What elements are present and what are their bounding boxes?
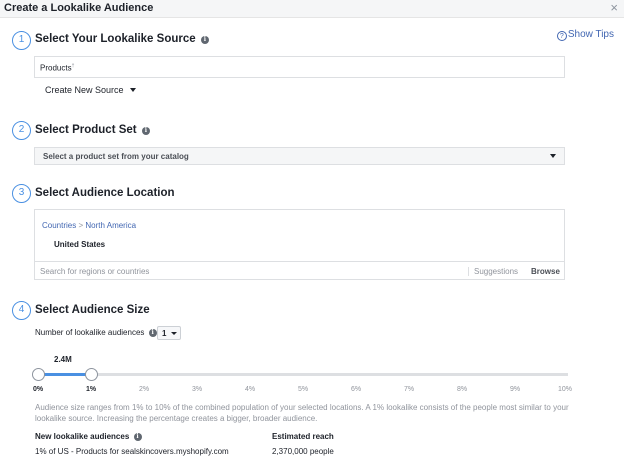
slider-tick-label: 3% (192, 386, 203, 393)
slider-tick-label: 6% (351, 386, 362, 393)
slider-end-handle[interactable] (85, 368, 98, 381)
audience-row-reach: 2,370,000 people (272, 447, 334, 456)
info-icon[interactable]: i (148, 329, 157, 337)
location-search-row: Search for regions or countries Suggesti… (35, 261, 564, 280)
col-header-audiences: New lookalike audiences i (35, 432, 142, 441)
source-value: Products (40, 63, 72, 73)
crumb-separator: > (78, 221, 84, 230)
slider-tick-label: 7% (404, 386, 415, 393)
divider (468, 267, 469, 276)
lookalike-source-input[interactable]: Products† (34, 56, 565, 78)
col-header-audiences-text: New lookalike audiences (35, 432, 130, 441)
audience-size-slider[interactable] (38, 373, 568, 376)
close-icon[interactable]: × (610, 0, 618, 16)
info-icon[interactable]: i (200, 36, 209, 44)
create-new-source-button[interactable]: Create New Source (45, 85, 136, 95)
dialog-title: Create a Lookalike Audience (4, 2, 154, 14)
slider-tick-label: 9% (510, 386, 521, 393)
product-set-placeholder: Select a product set from your catalog (43, 152, 189, 161)
step-3-badge: 3 (12, 184, 31, 203)
info-icon[interactable]: i (141, 127, 150, 135)
chevron-down-icon (550, 154, 556, 158)
number-of-audiences-text: Number of lookalike audiences (35, 328, 145, 337)
show-tips-label: Show Tips (567, 29, 614, 40)
col-header-reach: Estimated reach (272, 432, 334, 441)
selected-country: United States (54, 240, 106, 249)
dialog-header: Create a Lookalike Audience × (0, 0, 624, 18)
number-of-audiences-label: Number of lookalike audiences i (35, 328, 157, 337)
step-2-title: Select Product Set i (35, 124, 150, 136)
browse-button[interactable]: Browse (531, 267, 560, 276)
slider-selected-range (38, 373, 91, 376)
show-tips-link[interactable]: ? Show Tips (556, 29, 614, 41)
step-1-title-text: Select Your Lookalike Source (35, 33, 196, 45)
question-icon: ? (556, 31, 567, 41)
number-of-audiences-select[interactable]: 1 (157, 326, 181, 340)
step-4-badge: 4 (12, 301, 31, 320)
step-1-badge: 1 (12, 31, 31, 50)
slider-reach-label: 2.4M (54, 355, 72, 364)
slider-tick-label: 8% (457, 386, 468, 393)
location-breadcrumb: Countries > North America (42, 221, 136, 230)
crumb-region[interactable]: North America (85, 221, 136, 230)
slider-tick-label: 5% (298, 386, 309, 393)
chevron-down-icon (129, 88, 136, 92)
audience-location-box: Countries > North America United States … (34, 209, 565, 280)
slider-tick-label: 4% (245, 386, 256, 393)
product-set-dropdown[interactable]: Select a product set from your catalog (34, 147, 565, 165)
audience-row-name: 1% of US - Products for sealskincovers.m… (35, 447, 229, 456)
audience-size-help-text: Audience size ranges from 1% to 10% of t… (35, 403, 569, 423)
slider-tick-label: 10% (558, 386, 573, 393)
create-new-source-label: Create New Source (45, 85, 124, 95)
step-3-title: Select Audience Location (35, 187, 175, 199)
step-1-title: Select Your Lookalike Source i (35, 33, 209, 45)
step-2-title-text: Select Product Set (35, 124, 137, 136)
slider-tick-label: 2% (139, 386, 150, 393)
crumb-countries[interactable]: Countries (42, 221, 76, 230)
info-icon[interactable]: i (133, 433, 142, 441)
number-of-audiences-value: 1 (162, 329, 167, 338)
slider-tick-label: 1% (86, 386, 97, 393)
step-4-title: Select Audience Size (35, 304, 150, 316)
slider-tick-label: 0% (33, 386, 44, 393)
location-search-input[interactable]: Search for regions or countries (40, 267, 149, 276)
chevron-down-icon (171, 332, 177, 335)
suggestions-button[interactable]: Suggestions (474, 267, 518, 276)
slider-start-handle[interactable] (32, 368, 45, 381)
step-2-badge: 2 (12, 121, 31, 140)
source-marker: † (71, 63, 75, 69)
